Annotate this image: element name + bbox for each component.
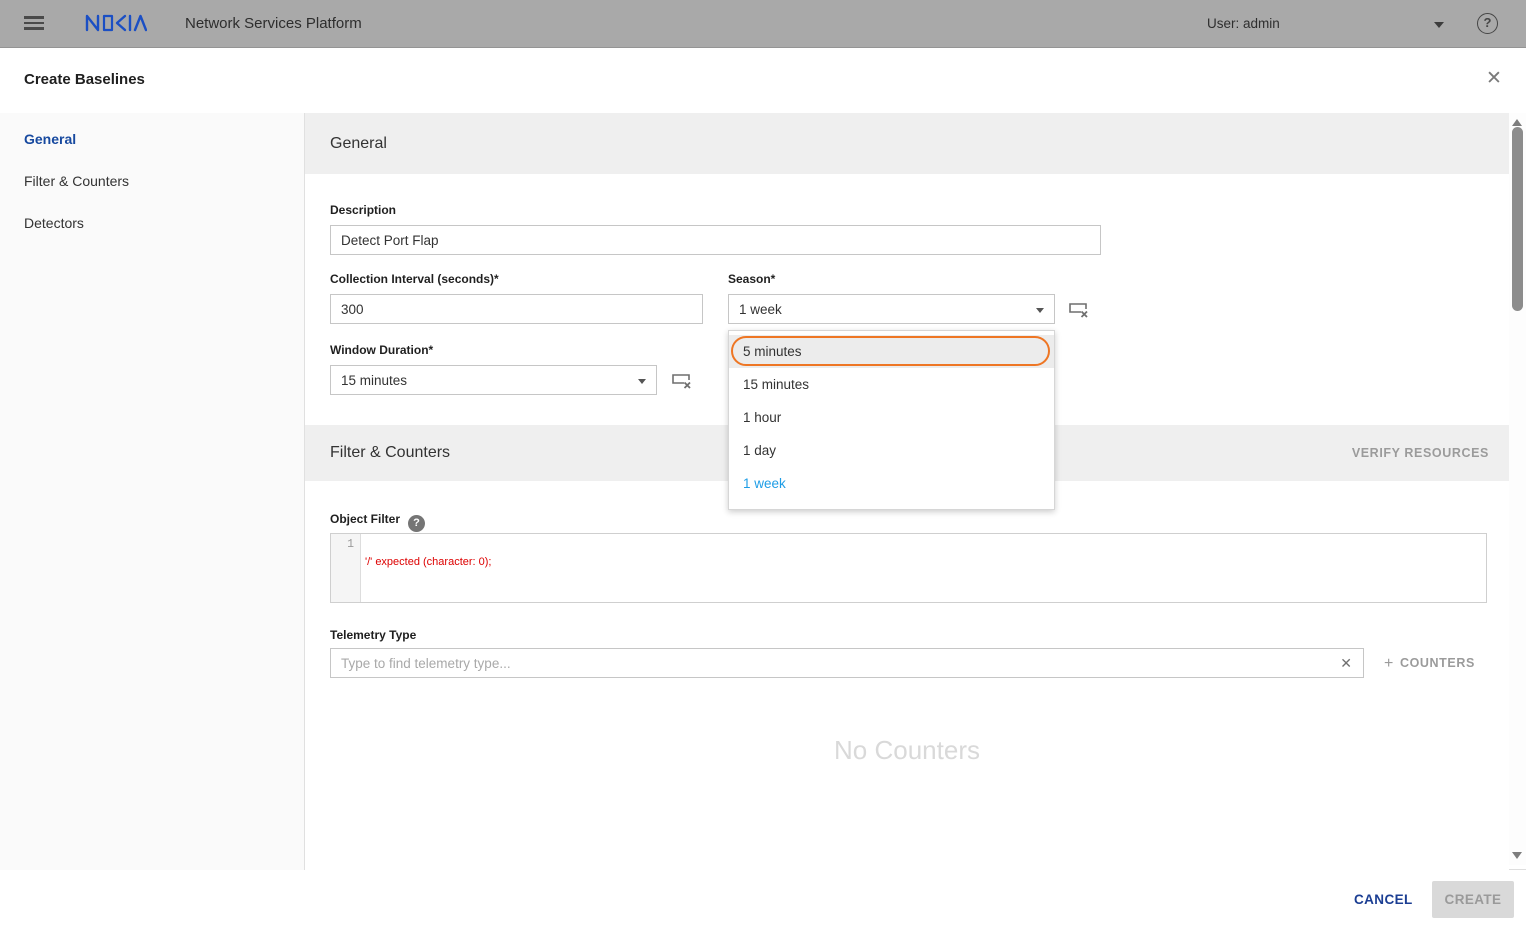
description-input[interactable]	[330, 225, 1101, 255]
plus-icon: +	[1384, 655, 1394, 672]
no-counters-placeholder: No Counters	[305, 735, 1509, 766]
dialog-body: General Filter & Counters Detectors Gene…	[0, 113, 1526, 870]
page-title: Create Baselines	[24, 71, 145, 88]
help-icon[interactable]: ?	[1477, 13, 1498, 34]
close-icon[interactable]: ✕	[1484, 69, 1504, 89]
scroll-up-icon[interactable]	[1512, 119, 1522, 126]
collection-interval-input[interactable]	[330, 294, 703, 324]
general-section-header: General	[305, 113, 1509, 174]
object-filter-editor[interactable]: 1 '/' expected (character: 0);	[330, 533, 1487, 603]
general-section-title: General	[330, 113, 387, 174]
sidebar-item-detectors[interactable]: Detectors	[0, 202, 304, 244]
season-option-15-minutes[interactable]: 15 minutes	[729, 368, 1054, 401]
sidebar-item-general[interactable]: General	[0, 118, 304, 160]
create-baselines-window: Network Services Platform User: admin ? …	[0, 0, 1526, 928]
telemetry-clear-icon[interactable]: ✕	[1340, 655, 1352, 672]
scroll-down-icon[interactable]	[1512, 852, 1522, 859]
window-duration-clear-icon[interactable]	[671, 372, 693, 390]
object-filter-label: Object Filter?	[330, 512, 425, 532]
season-clear-icon[interactable]	[1068, 301, 1090, 319]
window-duration-select[interactable]: 15 minutes	[330, 365, 657, 395]
nokia-logo	[85, 12, 147, 39]
hamburger-menu-icon[interactable]	[24, 16, 44, 32]
editor-line-number: 1	[331, 534, 361, 602]
season-option-5-minutes[interactable]: 5 minutes	[729, 335, 1054, 368]
vertical-scrollbar[interactable]	[1509, 113, 1526, 865]
object-filter-help-icon[interactable]: ?	[408, 515, 425, 532]
filter-counters-section-title: Filter & Counters	[330, 425, 450, 481]
dialog-header: Create Baselines	[0, 48, 1526, 113]
editor-content[interactable]: '/' expected (character: 0);	[361, 534, 1486, 602]
telemetry-type-field-wrap: ✕	[330, 648, 1364, 678]
chevron-down-icon	[638, 379, 646, 384]
user-menu-label[interactable]: User: admin	[1207, 0, 1280, 48]
top-app-bar: Network Services Platform User: admin ?	[0, 0, 1526, 48]
collection-interval-label: Collection Interval (seconds)*	[330, 272, 499, 286]
season-option-1-week[interactable]: 1 week	[729, 467, 1054, 500]
dialog-footer: CANCEL CREATE	[0, 871, 1526, 928]
user-menu-caret-icon[interactable]	[1434, 22, 1444, 28]
app-title: Network Services Platform	[185, 0, 362, 48]
window-duration-select-value: 15 minutes	[341, 373, 407, 388]
season-select[interactable]: 1 week	[728, 294, 1055, 324]
season-dropdown-menu: 5 minutes 15 minutes 1 hour 1 day 1 week	[728, 330, 1055, 510]
cancel-button[interactable]: CANCEL	[1340, 882, 1427, 918]
sidebar-item-filter-counters[interactable]: Filter & Counters	[0, 160, 304, 202]
verify-resources-button[interactable]: VERIFY RESOURCES	[1352, 425, 1489, 481]
telemetry-type-input[interactable]	[330, 648, 1364, 678]
window-duration-label: Window Duration*	[330, 343, 433, 357]
chevron-down-icon	[1036, 308, 1044, 313]
season-option-1-day[interactable]: 1 day	[729, 434, 1054, 467]
season-select-value: 1 week	[739, 302, 782, 317]
description-label: Description	[330, 203, 396, 217]
season-option-1-hour[interactable]: 1 hour	[729, 401, 1054, 434]
add-counters-button[interactable]: +COUNTERS	[1384, 655, 1475, 673]
sidebar: General Filter & Counters Detectors	[0, 113, 305, 870]
main-content: General Description Collection Interval …	[305, 113, 1509, 870]
season-label: Season*	[728, 272, 775, 286]
create-button[interactable]: CREATE	[1432, 881, 1514, 918]
telemetry-type-label: Telemetry Type	[330, 628, 416, 642]
scrollbar-thumb[interactable]	[1512, 127, 1523, 311]
editor-error-message: '/' expected (character: 0);	[365, 556, 491, 568]
